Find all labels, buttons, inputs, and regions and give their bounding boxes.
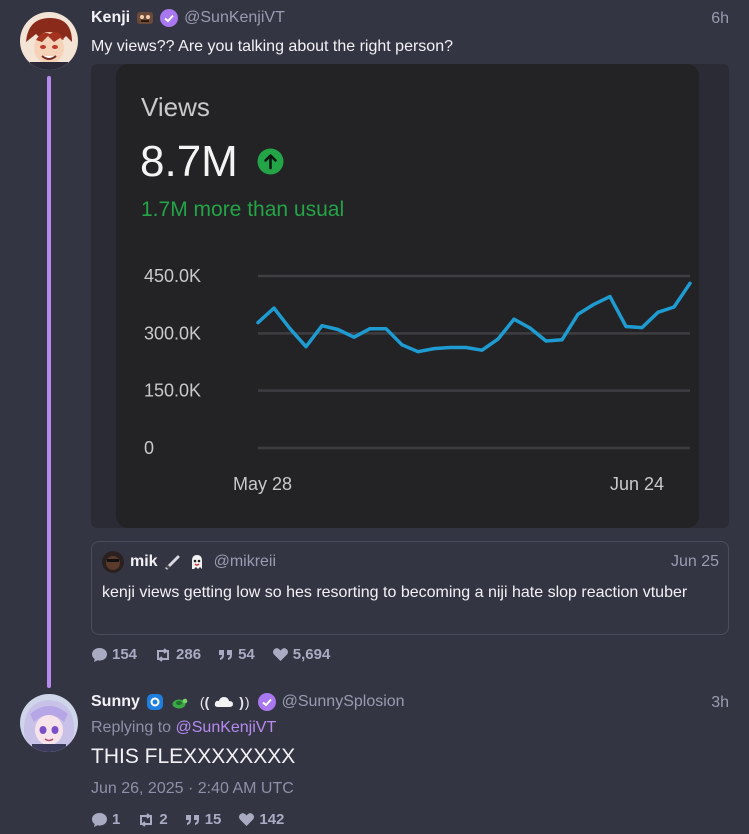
- reply-icon: [92, 647, 107, 662]
- quote-button[interactable]: 15: [185, 811, 222, 828]
- quote-icon: [219, 649, 233, 660]
- reply-button[interactable]: 154: [91, 646, 137, 663]
- repost-icon: [157, 647, 170, 662]
- quote-count: 15: [204, 811, 222, 828]
- verified-icon: [257, 693, 276, 711]
- blue-gem-icon: [146, 693, 164, 711]
- thread-line: [47, 76, 51, 688]
- reply-icon: [92, 812, 107, 827]
- views-card: Views 8.7M 1.7M more than usual 450.0K 30…: [116, 64, 699, 528]
- replying-to: Replying to @SunKenjiVT: [91, 719, 276, 737]
- post-header: Kenji @SunKenjiVT: [91, 9, 285, 27]
- quote-icon: [185, 814, 199, 825]
- repost-count: 286: [176, 646, 202, 663]
- y-tick-label: 0: [144, 438, 154, 458]
- post-media[interactable]: Views 8.7M 1.7M more than usual 450.0K 30…: [91, 64, 729, 528]
- repost-count: 2: [159, 811, 168, 828]
- kenji-avatar-image: [20, 12, 78, 70]
- reply-count: 154: [112, 646, 138, 663]
- turtle-icon: [170, 693, 188, 711]
- views-chart: 450.0K 300.0K 150.0K 0 May 28 Jun 24: [144, 266, 692, 494]
- quote-author-handle[interactable]: @mikreii: [214, 553, 276, 571]
- repost-button[interactable]: 286: [154, 646, 201, 663]
- reply-button[interactable]: 1: [91, 811, 120, 828]
- x-tick-label: May 28: [233, 474, 292, 494]
- quote-time[interactable]: Jun 25: [671, 553, 719, 571]
- repost-icon: [140, 812, 153, 827]
- author-name[interactable]: Kenji: [91, 9, 130, 27]
- pen-icon: [164, 553, 182, 571]
- avatar[interactable]: [20, 12, 78, 70]
- author-handle[interactable]: @SunKenjiVT: [184, 9, 285, 27]
- like-count: 5,694: [292, 646, 331, 663]
- sunny-avatar-image: [20, 694, 78, 752]
- y-tick-label: 150.0K: [144, 381, 201, 401]
- quote-text: kenji views getting low so hes resorting…: [102, 584, 688, 601]
- like-button[interactable]: 5,694: [272, 646, 331, 663]
- views-series-line: [256, 281, 692, 354]
- reply-count: 1: [112, 811, 121, 828]
- x-tick-label: Jun 24: [610, 474, 664, 494]
- y-tick-label: 300.0K: [144, 323, 201, 343]
- verified-icon: [160, 9, 179, 27]
- author-handle[interactable]: @SunnySplosion: [282, 693, 405, 711]
- post-time[interactable]: 3h: [711, 694, 729, 712]
- heart-icon: [272, 648, 288, 661]
- replying-to-link[interactable]: @SunKenjiVT: [176, 719, 277, 736]
- author-name[interactable]: Sunny: [91, 693, 140, 711]
- emoji-badge-icon: [136, 10, 154, 26]
- post-text: My views?? Are you talking about the rig…: [91, 38, 453, 55]
- post-text: THIS FLEXXXXXXXX: [91, 745, 296, 768]
- quote-button[interactable]: 54: [218, 646, 255, 663]
- avatar[interactable]: [20, 694, 78, 752]
- like-button[interactable]: 142: [238, 811, 284, 828]
- replying-prefix: Replying to: [91, 719, 176, 736]
- heart-icon: [239, 813, 255, 826]
- post-stats: 1 2 15 142: [91, 811, 284, 828]
- quoted-post[interactable]: mik @mikreii Jun 25 kenji views getting …: [91, 541, 729, 635]
- like-count: 142: [259, 811, 285, 828]
- quote-header: mik @mikreii: [102, 551, 276, 573]
- post-stats: 154 286 54 5,694: [91, 646, 330, 663]
- quote-avatar[interactable]: [102, 551, 124, 573]
- post-header: Sunny (( )) @SunnySplosion: [91, 693, 405, 711]
- post-timestamp[interactable]: Jun 26, 2025 · 2:40 AM UTC: [91, 780, 294, 798]
- cloud-bracket-icon: (( )): [199, 694, 250, 710]
- repost-button[interactable]: 2: [137, 811, 168, 828]
- ghost-icon: [188, 553, 206, 571]
- y-tick-label: 450.0K: [144, 266, 201, 286]
- quote-count: 54: [238, 646, 255, 663]
- post-time[interactable]: 6h: [711, 10, 729, 28]
- quote-author-name[interactable]: mik: [130, 553, 158, 571]
